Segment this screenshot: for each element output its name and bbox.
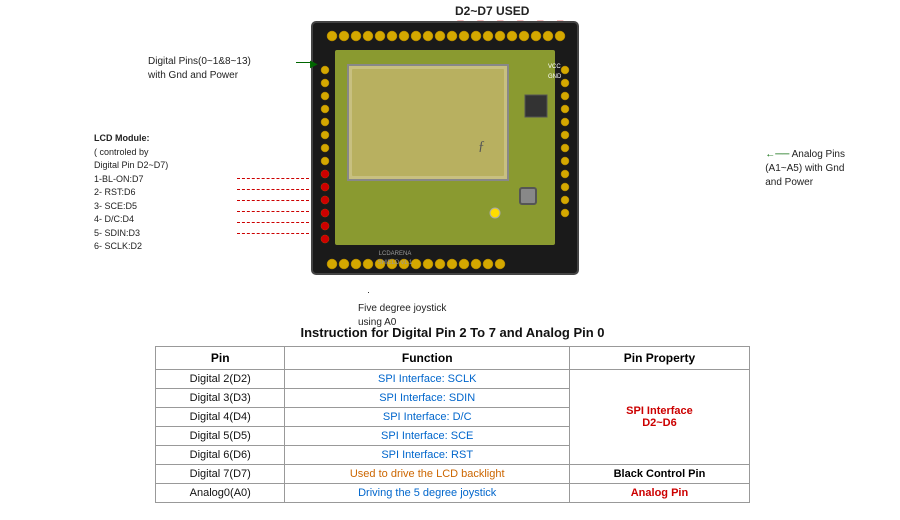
d2d7-used-label: D2~D7 USED: [455, 4, 529, 18]
function-cell: Driving the 5 degree joystick: [285, 484, 569, 503]
table-body: Digital 2(D2)SPI Interface: SCLKSPI Inte…: [156, 370, 750, 503]
pin-instruction-table-section: Instruction for Digital Pin 2 To 7 and A…: [155, 325, 750, 503]
digital-pins-annotation: Digital Pins(0~1&8~13)with Gnd and Power: [148, 55, 251, 83]
lcd-pin1: 1-BL-ON:D7: [94, 173, 168, 187]
pin-cell: Analog0(A0): [156, 484, 285, 503]
svg-text:SHIELD v1.1: SHIELD v1.1: [378, 260, 413, 266]
lcd-pin5: 5- SDIN:D3: [94, 227, 168, 241]
function-cell: SPI Interface: RST: [285, 446, 569, 465]
svg-text:LCDARENA: LCDARENA: [379, 251, 412, 257]
digital-arrowhead: ▶: [310, 59, 318, 70]
pin-cell: Digital 5(D5): [156, 427, 285, 446]
pin-table: Pin Function Pin Property Digital 2(D2)S…: [155, 346, 750, 503]
table-row: Digital 2(D2)SPI Interface: SCLKSPI Inte…: [156, 370, 750, 389]
lcd-module-title: LCD Module:: [94, 132, 168, 146]
analog-pins-annotation: ←── Analog Pins(A1~A5) with Gndand Power: [765, 148, 845, 190]
pin-cell: Digital 4(D4): [156, 408, 285, 427]
lcd-arrow-line: [237, 178, 309, 179]
lcd-arrow-line6: [237, 233, 309, 234]
lcd-pin3: 3- SCE:D5: [94, 200, 168, 214]
function-cell: SPI Interface: D/C: [285, 408, 569, 427]
table-title: Instruction for Digital Pin 2 To 7 and A…: [155, 325, 750, 340]
lcd-digital-range: Digital Pin D2~D7): [94, 159, 168, 173]
lcd-arrow-line4: [237, 211, 309, 212]
lcd-module-annotation: LCD Module: ( controled by Digital Pin D…: [92, 130, 170, 256]
lcd-pin2: 2- RST:D6: [94, 186, 168, 200]
function-cell: SPI Interface: SCE: [285, 427, 569, 446]
pin-cell: Digital 3(D3): [156, 389, 285, 408]
col-pin-header: Pin: [156, 347, 285, 370]
pin-cell: Digital 2(D2): [156, 370, 285, 389]
property-cell: SPI InterfaceD2~D6: [569, 370, 749, 465]
board-svg: ƒ VCC GND LCDARENA SHIELD v1.1: [310, 20, 580, 280]
pin-cell: Digital 7(D7): [156, 465, 285, 484]
page-container: D2~D7 USED ▼ ▼ ▼ ▼ ▼ ▼: [0, 0, 900, 520]
function-cell: SPI Interface: SCLK: [285, 370, 569, 389]
lcd-pin6: 6- SCLK:D2: [94, 240, 168, 254]
col-property-header: Pin Property: [569, 347, 749, 370]
lcd-arrow-line5: [237, 222, 309, 223]
col-function-header: Function: [285, 347, 569, 370]
svg-text:GND: GND: [548, 74, 562, 80]
table-row: Analog0(A0)Driving the 5 degree joystick…: [156, 484, 750, 503]
table-row: Digital 7(D7)Used to drive the LCD backl…: [156, 465, 750, 484]
property-cell: Black Control Pin: [569, 465, 749, 484]
lcd-arrow-line2: [237, 189, 309, 190]
lcd-pin4: 4- D/C:D4: [94, 213, 168, 227]
pin-cell: Digital 6(D6): [156, 446, 285, 465]
table-header-row: Pin Function Pin Property: [156, 347, 750, 370]
property-cell: Analog Pin: [569, 484, 749, 503]
lcd-controlled-by: ( controled by: [94, 146, 168, 160]
svg-text:VCC: VCC: [548, 64, 561, 70]
lcd-arrow-line3: [237, 200, 309, 201]
diagram-area: D2~D7 USED ▼ ▼ ▼ ▼ ▼ ▼: [0, 0, 900, 320]
function-cell: Used to drive the LCD backlight: [285, 465, 569, 484]
board-diagram: ƒ VCC GND LCDARENA SHIELD v1.1: [310, 20, 580, 280]
function-cell: SPI Interface: SDIN: [285, 389, 569, 408]
svg-text:ƒ: ƒ: [478, 139, 485, 154]
